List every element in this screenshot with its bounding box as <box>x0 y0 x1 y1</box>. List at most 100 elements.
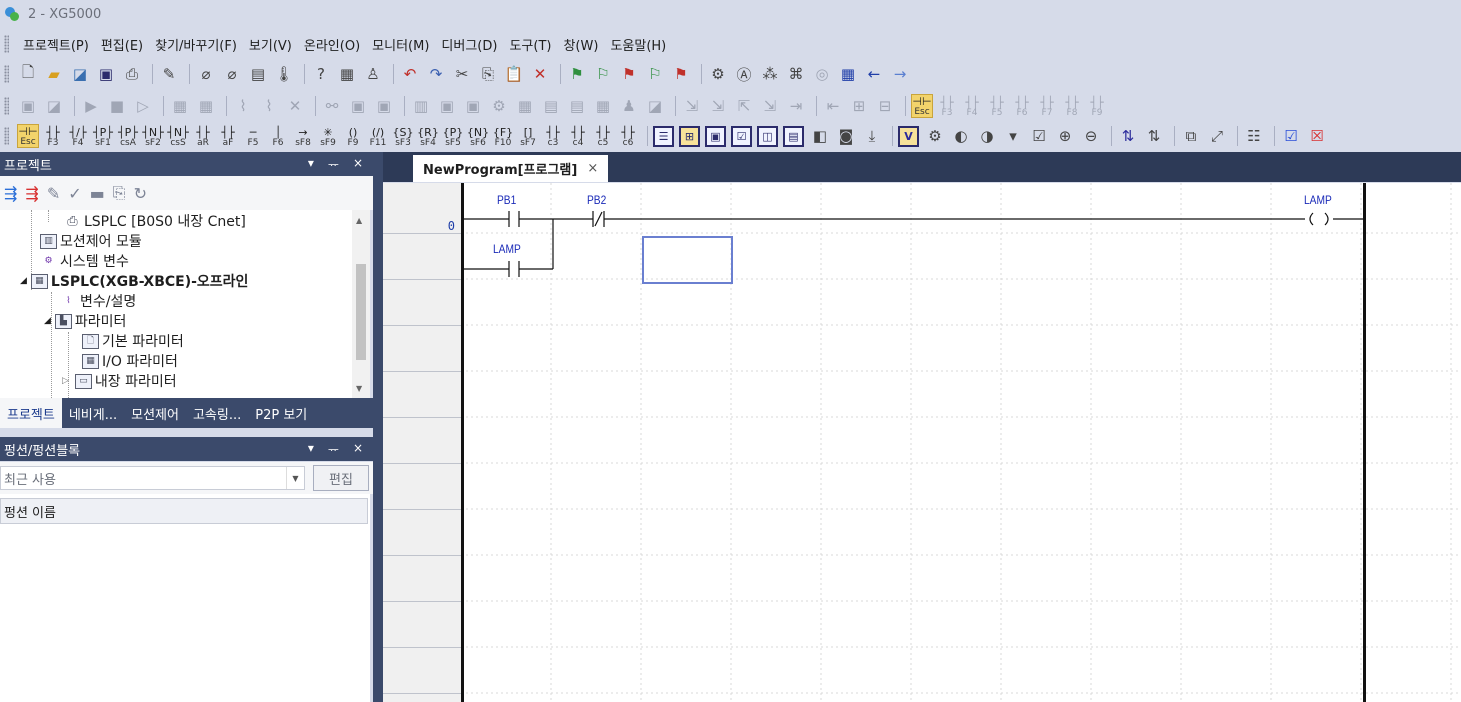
fkey-c6-button[interactable]: ┤├ c6 <box>617 124 639 148</box>
fkey-csa-button[interactable]: ┤P├ csA <box>117 124 139 148</box>
compile-icon[interactable]: ▤ <box>247 63 269 85</box>
fkey-af-button[interactable]: ┤├ aF <box>217 124 239 148</box>
refresh-icon[interactable]: ↻ <box>134 184 147 203</box>
fkey-f4-button[interactable]: ┤/├ F4 <box>67 124 89 148</box>
memory-icon[interactable]: ▦ <box>514 95 536 117</box>
run-icon[interactable]: ▶ <box>80 95 102 117</box>
view-list-icon[interactable]: ☰ <box>653 125 674 147</box>
delete-icon[interactable]: ✕ <box>529 63 551 85</box>
fkey-c4-button[interactable]: ┤├ c4 <box>567 124 589 148</box>
device-monitor-icon[interactable]: ▣ <box>462 95 484 117</box>
download-icon[interactable]: ⤓ <box>861 125 883 147</box>
edit-cursor[interactable] <box>642 236 733 284</box>
back-arrow-icon[interactable]: ← <box>863 63 885 85</box>
lock-icon[interactable]: ▬ <box>90 184 105 203</box>
close-icon[interactable]: × <box>353 156 363 173</box>
tree-scrollbar[interactable]: ▲ ▼ <box>352 210 370 398</box>
expand-icon[interactable]: ▷ <box>62 376 69 386</box>
panel-splitter[interactable] <box>373 152 383 702</box>
diagnose-icon[interactable]: ▣ <box>373 95 395 117</box>
delete-row-icon[interactable]: ⇅ <box>1143 125 1165 147</box>
fkey-ar-button[interactable]: ┤├ aR <box>192 124 214 148</box>
connect-icon[interactable]: ▣ <box>17 95 39 117</box>
tree-item-plc[interactable]: ◢ ▦ LSPLC(XGB-XBCE)-오프라인 <box>20 271 248 291</box>
variable-v-icon[interactable]: V <box>898 125 919 147</box>
write-icon[interactable]: ◪ <box>43 95 65 117</box>
var-comment-icon[interactable]: ◐ <box>950 125 972 147</box>
toolbar-grip[interactable] <box>4 65 9 83</box>
thermometer-icon[interactable]: 🌡 <box>273 63 295 85</box>
step-in-icon[interactable]: ⇲ <box>681 95 703 117</box>
view-grid-icon[interactable]: ⊞ <box>679 125 700 147</box>
fkey-sf5-button[interactable]: {P} sF5 <box>442 124 464 148</box>
help-index-icon[interactable]: ▦ <box>336 63 358 85</box>
breakpoint-icon[interactable]: ⇥ <box>785 95 807 117</box>
chip-icon[interactable]: ⚙ <box>924 125 946 147</box>
b-f5-key[interactable]: ┤├ F5 <box>986 94 1008 118</box>
tab-navigation[interactable]: 네비게... <box>62 399 124 427</box>
monitor-start-icon[interactable]: ⌇ <box>232 95 254 117</box>
var-list-icon[interactable]: ▾ <box>1002 125 1024 147</box>
used-device-icon[interactable]: ⌘ <box>785 63 807 85</box>
go-icon[interactable]: ⇲ <box>759 95 781 117</box>
edit-button[interactable]: 편집 <box>313 465 369 491</box>
fkey-c3-button[interactable]: ┤├ c3 <box>542 124 564 148</box>
fkey-sf2-button[interactable]: ┤N├ sF2 <box>142 124 164 148</box>
collapse-icon[interactable]: ◢ <box>20 276 27 286</box>
chart-icon[interactable]: ▤ <box>540 95 562 117</box>
close-icon[interactable]: × <box>587 161 598 176</box>
b-f8-key[interactable]: ┤├ F8 <box>1061 94 1083 118</box>
scroll-down-icon[interactable]: ▼ <box>356 384 362 393</box>
pause-icon[interactable]: ▷ <box>132 95 154 117</box>
wand-off-icon[interactable]: ⌀ <box>221 63 243 85</box>
tree-item-builtin-parameter[interactable]: ▷ ▭ 내장 파라미터 <box>62 371 177 391</box>
checkbox-icon[interactable]: ☑ <box>1280 125 1302 147</box>
cut-icon[interactable]: ✂ <box>451 63 473 85</box>
monitor-trend-icon[interactable]: ⌇ <box>258 95 280 117</box>
tree-item-basic-parameter[interactable]: 🗋 기본 파라미터 <box>82 331 184 351</box>
fkey-f11-button[interactable]: (/) F11 <box>367 124 389 148</box>
step-out-icon[interactable]: ⇱ <box>733 95 755 117</box>
view-window-icon[interactable]: ▤ <box>783 125 804 147</box>
watch-icon[interactable]: ◪ <box>644 95 666 117</box>
recent-use-select[interactable]: 최근 사용 ▼ <box>0 466 305 490</box>
link-icon[interactable]: ⚯ <box>321 95 343 117</box>
open-project-icon[interactable]: ◪ <box>69 63 91 85</box>
fkey-sf3-button[interactable]: {S} sF3 <box>392 124 414 148</box>
cross-reference-icon[interactable]: ⁂ <box>759 63 781 85</box>
menu-view[interactable]: 보기(V) <box>243 35 298 54</box>
window-restore-icon[interactable]: ⧉ <box>1180 125 1202 147</box>
menu-project[interactable]: 프로젝트(P) <box>17 35 95 54</box>
properties-icon[interactable]: ◧ <box>809 125 831 147</box>
fkey-f3-button[interactable]: ┤├ F3 <box>42 124 64 148</box>
chevron-down-icon[interactable]: ▾ <box>308 156 314 173</box>
scroll-up-icon[interactable]: ▲ <box>356 216 362 225</box>
zoom-out-icon[interactable]: ⊖ <box>1080 125 1102 147</box>
fkey-f10-button[interactable]: {F} F10 <box>492 124 514 148</box>
pin-icon[interactable]: ᅲ <box>328 441 339 458</box>
scroll-thumb[interactable] <box>356 264 366 360</box>
data-icon[interactable]: ▦ <box>592 95 614 117</box>
bookmark-next-icon[interactable]: ⚐ <box>592 63 614 85</box>
toolbar-grip[interactable] <box>4 127 9 145</box>
remove-item-icon[interactable]: ⇶ <box>25 184 38 203</box>
function-name-column-header[interactable]: 펑션 이름 <box>0 498 368 524</box>
user-monitor-icon[interactable]: ♟ <box>618 95 640 117</box>
device-setting-icon[interactable]: ⚙ <box>707 63 729 85</box>
help-icon[interactable]: ? <box>310 63 332 85</box>
tab-newprogram[interactable]: NewProgram[프로그램] × <box>413 155 609 182</box>
step-over-icon[interactable]: ⇲ <box>707 95 729 117</box>
menu-debug[interactable]: 디버그(D) <box>435 35 503 54</box>
print-icon[interactable]: ⎙ <box>121 63 143 85</box>
menu-tools[interactable]: 도구(T) <box>503 35 557 54</box>
menu-monitor[interactable]: 모니터(M) <box>366 35 435 54</box>
add-item-icon[interactable]: ⇶ <box>4 184 17 203</box>
paste-icon[interactable]: 📋 <box>503 63 525 85</box>
wrench-icon[interactable]: ✎ <box>47 184 60 203</box>
chevron-down-icon[interactable]: ▾ <box>308 441 314 458</box>
fkey-sf6-button[interactable]: {N} sF6 <box>467 124 489 148</box>
menu-window[interactable]: 창(W) <box>557 35 604 54</box>
fkey-css-button[interactable]: ┤N├ csS <box>167 124 189 148</box>
fkey-sf1-button[interactable]: ┤P├ sF1 <box>92 124 114 148</box>
help-topic-icon[interactable]: ♙ <box>362 63 384 85</box>
